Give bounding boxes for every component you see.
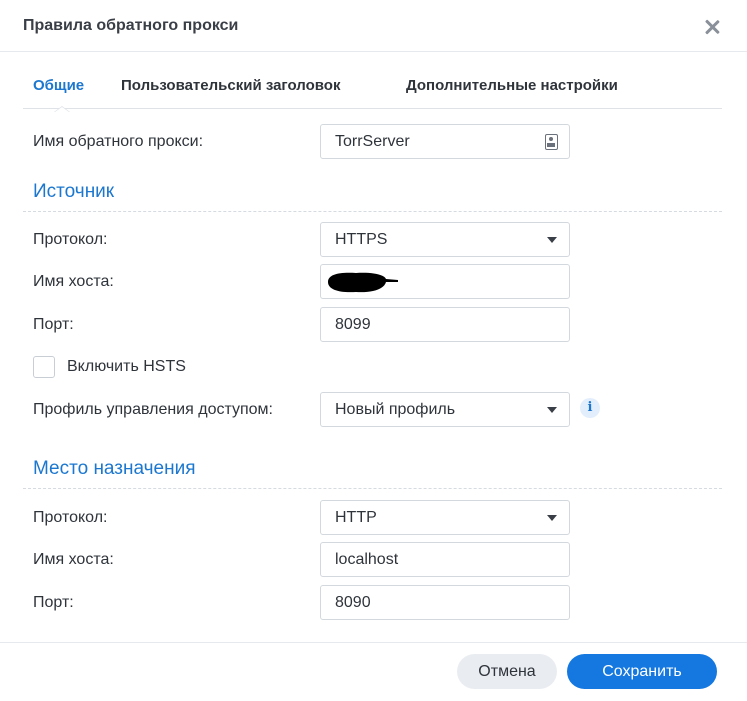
save-button[interactable]: Сохранить bbox=[567, 654, 717, 689]
hsts-checkbox[interactable] bbox=[33, 356, 55, 378]
info-icon[interactable]: i bbox=[580, 398, 600, 418]
reverse-proxy-dialog: Правила обратного прокси Общие Пользоват… bbox=[0, 0, 747, 701]
destination-protocol-label: Протокол: bbox=[33, 509, 108, 526]
source-port-input[interactable]: 8099 bbox=[320, 307, 570, 342]
dialog-title-bar: Правила обратного прокси bbox=[0, 0, 747, 52]
destination-hostname-value: localhost bbox=[335, 551, 399, 568]
source-protocol-select[interactable]: HTTPS bbox=[320, 222, 570, 257]
source-port-value: 8099 bbox=[335, 316, 371, 333]
source-port-label: Порт: bbox=[33, 316, 74, 333]
dialog-title: Правила обратного прокси bbox=[23, 17, 239, 34]
cancel-button[interactable]: Отмена bbox=[457, 654, 557, 689]
access-profile-value: Новый профиль bbox=[335, 401, 456, 418]
keyboard-icon[interactable] bbox=[545, 134, 558, 150]
destination-section-divider bbox=[23, 488, 722, 489]
destination-port-label: Порт: bbox=[33, 594, 74, 611]
chevron-down-icon bbox=[547, 407, 557, 413]
tab-advanced-settings[interactable]: Дополнительные настройки bbox=[406, 77, 618, 94]
tab-bar: Общие Пользовательский заголовок Дополни… bbox=[23, 68, 722, 109]
proxy-name-label: Имя обратного прокси: bbox=[33, 133, 204, 150]
destination-protocol-select[interactable]: HTTP bbox=[320, 500, 570, 535]
source-section-heading: Источник bbox=[33, 181, 115, 202]
hsts-label[interactable]: Включить HSTS bbox=[67, 358, 186, 376]
source-protocol-label: Протокол: bbox=[33, 231, 108, 248]
destination-protocol-value: HTTP bbox=[335, 509, 377, 526]
destination-port-value: 8090 bbox=[335, 594, 371, 611]
chevron-down-icon bbox=[547, 515, 557, 521]
close-icon[interactable] bbox=[702, 17, 722, 37]
source-section-divider bbox=[23, 211, 722, 212]
source-hostname-input[interactable] bbox=[320, 264, 570, 299]
access-profile-select[interactable]: Новый профиль bbox=[320, 392, 570, 427]
redaction-mark bbox=[328, 272, 398, 293]
chevron-down-icon bbox=[547, 237, 557, 243]
tab-custom-header[interactable]: Пользовательский заголовок bbox=[121, 77, 340, 94]
proxy-name-value: TorrServer bbox=[335, 133, 410, 150]
source-hostname-label: Имя хоста: bbox=[33, 273, 114, 290]
tab-general[interactable]: Общие bbox=[33, 77, 84, 94]
source-protocol-value: HTTPS bbox=[335, 231, 388, 248]
destination-port-input[interactable]: 8090 bbox=[320, 585, 570, 620]
proxy-name-input[interactable]: TorrServer bbox=[320, 124, 570, 159]
active-tab-indicator bbox=[54, 106, 70, 112]
destination-section-heading: Место назначения bbox=[33, 458, 196, 479]
destination-hostname-label: Имя хоста: bbox=[33, 551, 114, 568]
destination-hostname-input[interactable]: localhost bbox=[320, 542, 570, 577]
access-profile-label: Профиль управления доступом: bbox=[33, 401, 273, 418]
